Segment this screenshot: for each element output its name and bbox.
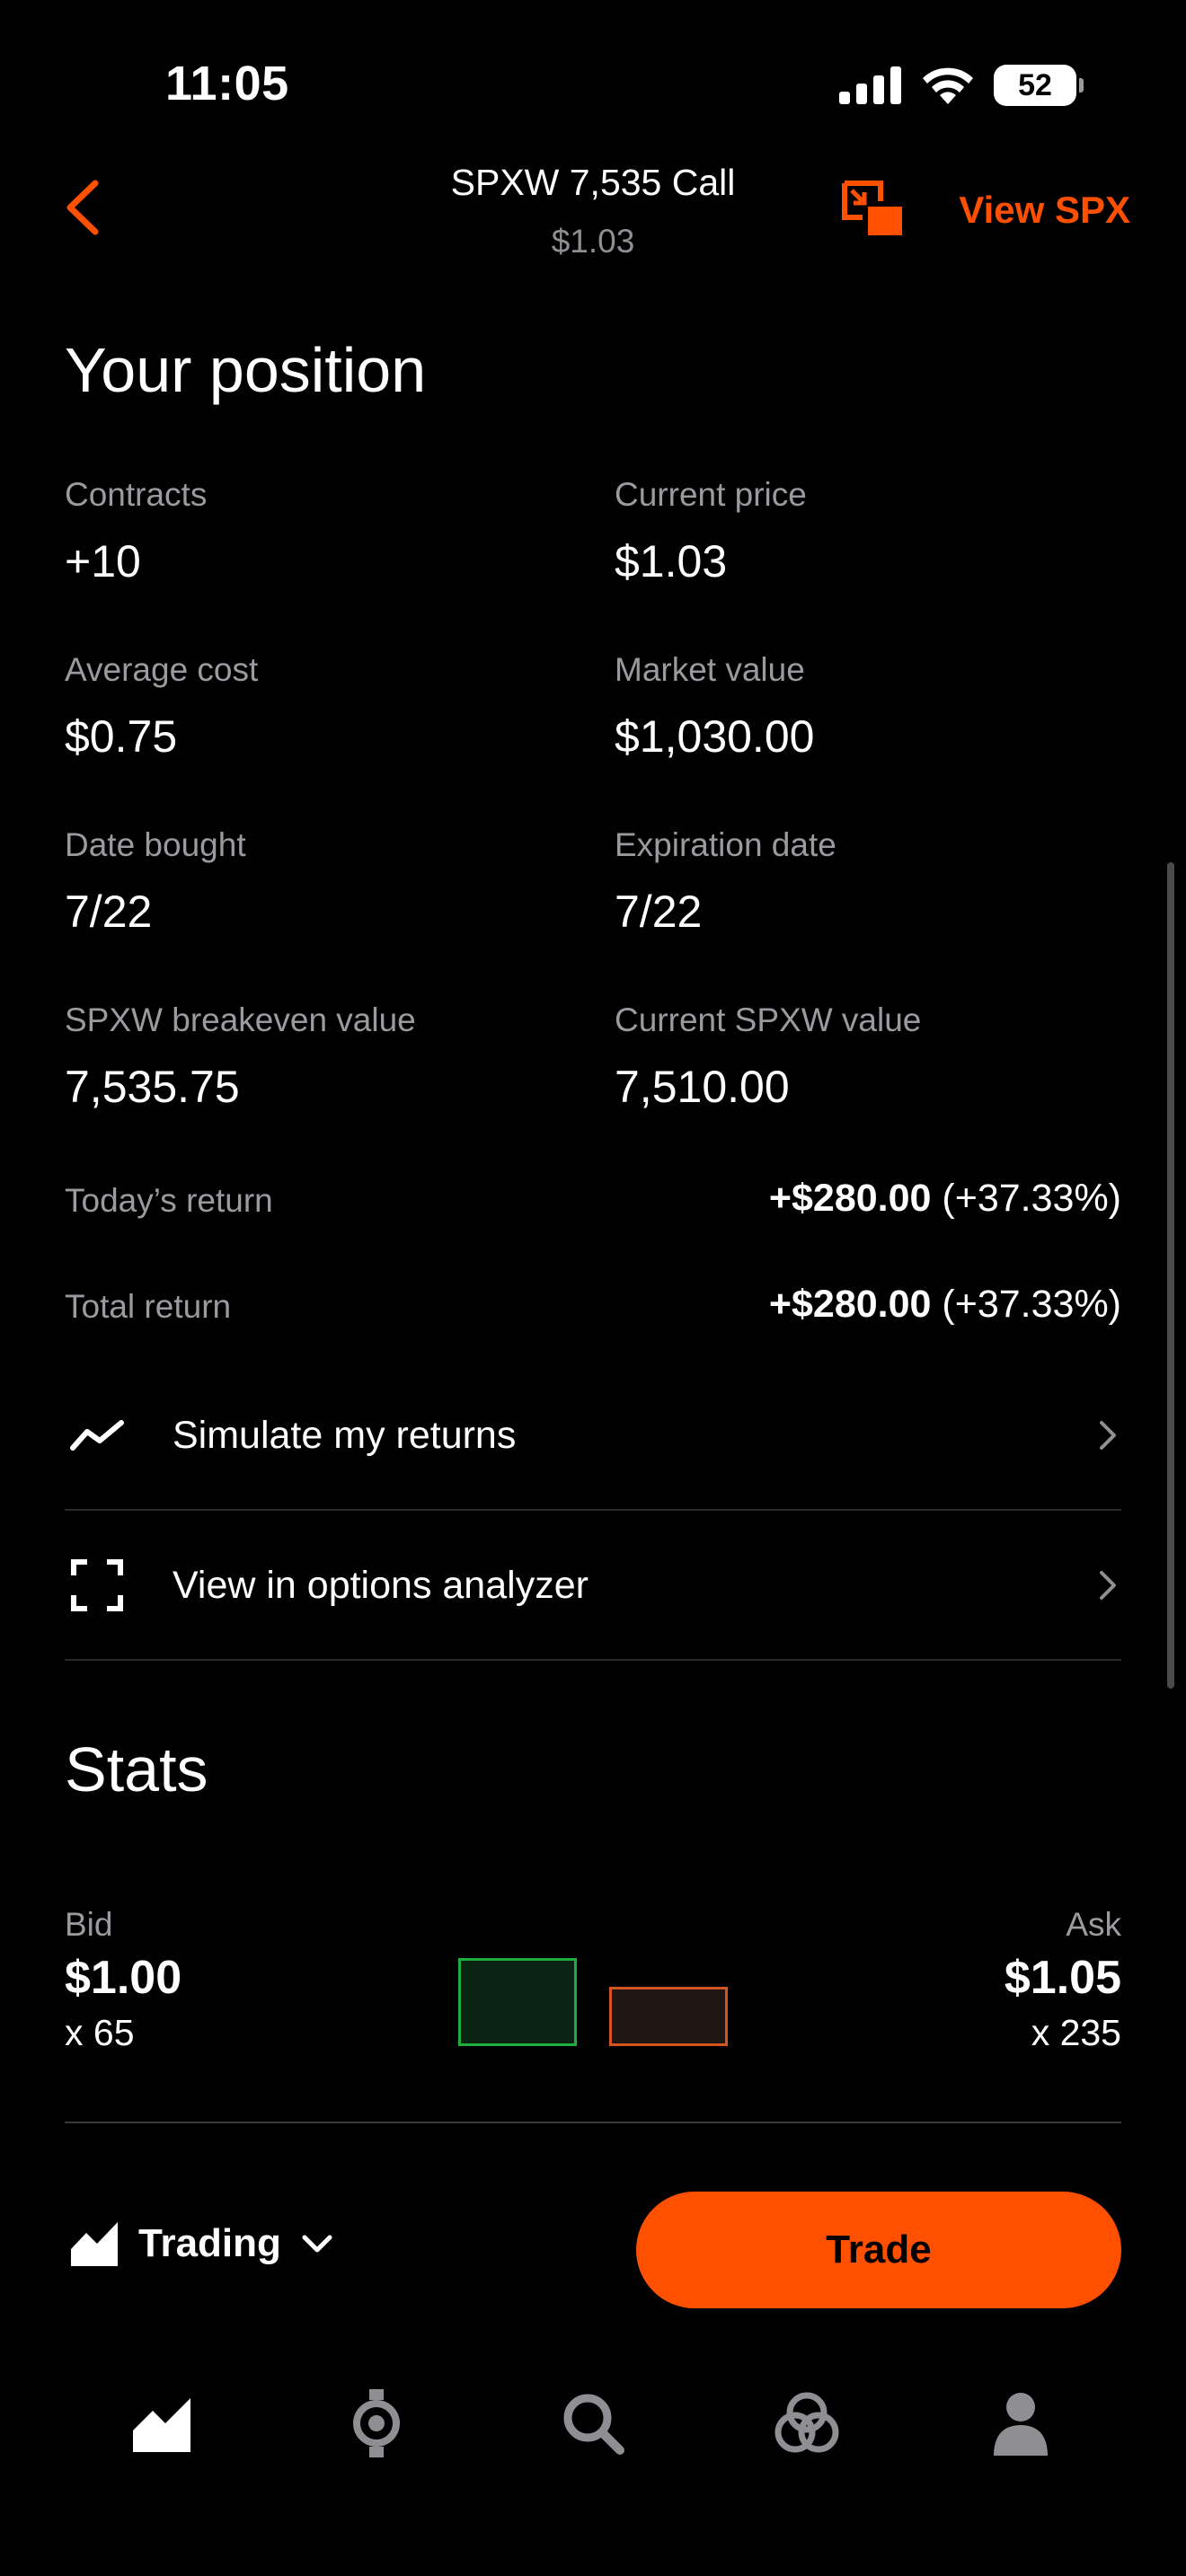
date-bought-label: Date bought <box>65 826 246 863</box>
ask-depth-bar <box>609 1987 728 2046</box>
todays-return-label: Today’s return <box>65 1182 273 1219</box>
tab-crypto[interactable] <box>341 2387 412 2459</box>
pip-button[interactable] <box>841 180 906 239</box>
battery-icon: 52 <box>994 65 1084 106</box>
view-spx-link[interactable]: View SPX <box>959 189 1130 232</box>
ask-size: x 235 <box>1031 2012 1121 2053</box>
scrollbar[interactable] <box>1167 862 1174 1689</box>
stats-section-title: Stats <box>65 1734 208 1804</box>
bid-label: Bid <box>65 1906 113 1943</box>
current-spxw-value: 7,510.00 <box>615 1062 790 1112</box>
total-return-amount: +$280.00 <box>768 1283 932 1326</box>
current-price-label: Current price <box>615 476 807 513</box>
total-return-percent: (+37.33%) <box>942 1283 1121 1326</box>
todays-return-percent: (+37.33%) <box>942 1177 1121 1220</box>
chart-icon <box>130 2393 193 2452</box>
total-return-value: +$280.00 (+37.33%) <box>769 1283 1121 1327</box>
contracts-label: Contracts <box>65 476 208 513</box>
bid-price: $1.00 <box>65 1952 182 2004</box>
circles-icon <box>774 2392 839 2453</box>
bid-size: x 65 <box>65 2012 135 2053</box>
current-price-value: $1.03 <box>615 536 728 587</box>
total-return-label: Total return <box>65 1288 232 1325</box>
expiration-date-value: 7/22 <box>615 887 703 937</box>
trading-mode-label: Trading <box>138 2221 281 2265</box>
search-icon <box>563 2394 624 2455</box>
position-section-title: Your position <box>65 335 427 405</box>
chevron-down-icon <box>302 2235 332 2253</box>
options-analyzer-row[interactable]: View in options analyzer <box>65 1511 1121 1660</box>
status-time: 11:05 <box>165 57 289 110</box>
divider <box>65 1659 1121 1661</box>
options-analyzer-label: View in options analyzer <box>173 1563 589 1607</box>
battery-level: 52 <box>1018 67 1052 102</box>
expiration-date-label: Expiration date <box>615 826 836 863</box>
trading-mode-toggle[interactable]: Trading <box>68 2219 335 2269</box>
status-icons: 52 <box>839 65 1084 106</box>
tab-investing[interactable] <box>126 2387 198 2459</box>
person-icon <box>994 2393 1048 2456</box>
tab-search[interactable] <box>557 2387 629 2459</box>
cellular-signal-icon <box>839 66 901 104</box>
picture-in-picture-icon <box>842 181 902 235</box>
contracts-value: +10 <box>65 536 141 587</box>
chevron-right-icon <box>1100 1571 1116 1600</box>
todays-return-amount: +$280.00 <box>768 1177 932 1220</box>
bid-depth-bar <box>458 1958 577 2046</box>
average-cost-label: Average cost <box>65 651 259 688</box>
tab-account[interactable] <box>985 2387 1057 2459</box>
average-cost-value: $0.75 <box>65 711 178 762</box>
market-value-label: Market value <box>615 651 805 688</box>
trend-line-icon <box>65 1403 129 1468</box>
ask-price: $1.05 <box>1004 1952 1121 2004</box>
rocket-icon <box>353 2389 400 2457</box>
divider <box>65 2122 1121 2123</box>
chevron-right-icon <box>1100 1421 1116 1450</box>
breakeven-value: 7,535.75 <box>65 1062 240 1112</box>
date-bought-value: 7/22 <box>65 887 153 937</box>
viewfinder-icon <box>65 1553 129 1618</box>
current-spxw-label: Current SPXW value <box>615 1001 922 1038</box>
todays-return-value: +$280.00 (+37.33%) <box>769 1177 1121 1221</box>
tab-network[interactable] <box>771 2387 843 2459</box>
chart-icon <box>69 2219 119 2266</box>
trade-button[interactable]: Trade <box>636 2192 1121 2308</box>
simulate-returns-label: Simulate my returns <box>173 1413 517 1457</box>
wifi-icon <box>923 67 973 104</box>
ask-label: Ask <box>1066 1906 1121 1943</box>
simulate-returns-row[interactable]: Simulate my returns <box>65 1361 1121 1510</box>
breakeven-label: SPXW breakeven value <box>65 1001 416 1038</box>
market-value-value: $1,030.00 <box>615 711 815 762</box>
